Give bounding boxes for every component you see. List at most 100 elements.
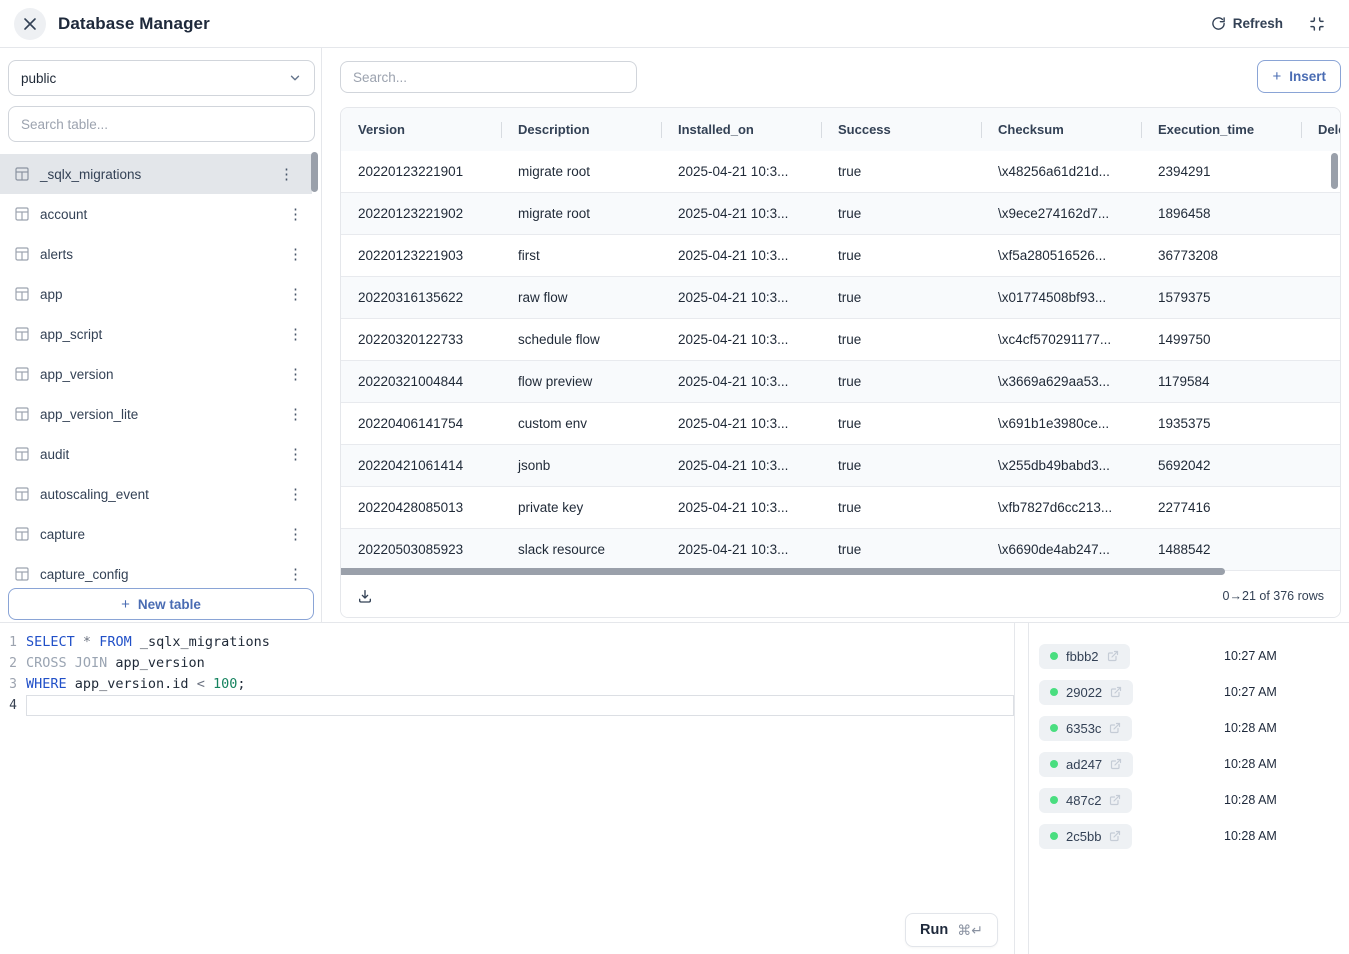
- run-time: 10:28 AM: [1224, 721, 1277, 735]
- sidebar-table-item[interactable]: autoscaling_event ⋮: [0, 474, 321, 514]
- table-row[interactable]: 20220316135622raw flow2025-04-21 10:3...…: [341, 277, 1340, 319]
- column-header[interactable]: Version: [341, 122, 501, 137]
- grid-search-input[interactable]: [340, 61, 637, 93]
- table-menu-button[interactable]: ⋮: [284, 205, 307, 224]
- table-menu-button[interactable]: ⋮: [284, 565, 307, 584]
- table-cell: true: [821, 458, 981, 473]
- table-cell: 1896458: [1141, 206, 1301, 221]
- table-menu-button[interactable]: ⋮: [284, 285, 307, 304]
- table-name: capture_config: [40, 567, 129, 582]
- table-menu-button[interactable]: ⋮: [284, 405, 307, 424]
- collapse-button[interactable]: [1309, 16, 1325, 32]
- run-time: 10:28 AM: [1224, 829, 1277, 843]
- sql-editor[interactable]: 1SELECT * FROM _sqlx_migrations2CROSS JO…: [0, 623, 1015, 954]
- table-row[interactable]: 20220123221902migrate root2025-04-21 10:…: [341, 193, 1340, 235]
- run-history-pill[interactable]: 29022: [1039, 680, 1133, 705]
- run-history-row: 487c2 10:28 AM: [1029, 782, 1349, 818]
- run-history-pill[interactable]: 487c2: [1039, 788, 1132, 813]
- run-history-pill[interactable]: fbbb2: [1039, 644, 1130, 669]
- editor-line[interactable]: 3WHERE app_version.id < 100;: [0, 674, 1014, 695]
- table-cell: 20220123221903: [341, 248, 501, 263]
- external-link-icon: [1109, 722, 1121, 734]
- external-link-icon: [1110, 686, 1122, 698]
- schema-select[interactable]: public: [8, 60, 315, 96]
- table-menu-button[interactable]: ⋮: [284, 325, 307, 344]
- table-search-input[interactable]: [8, 106, 315, 142]
- run-history-pill[interactable]: 2c5bb: [1039, 824, 1132, 849]
- grid-vertical-scrollbar[interactable]: [1331, 153, 1338, 189]
- sidebar-table-item[interactable]: alerts ⋮: [0, 234, 321, 274]
- plus-icon: +: [1272, 68, 1281, 85]
- run-id: 6353c: [1066, 721, 1101, 736]
- table-cell: 20220503085923: [341, 542, 501, 557]
- run-label: Run: [920, 922, 948, 938]
- column-header[interactable]: Description: [501, 122, 661, 137]
- table-cell: 1499750: [1141, 332, 1301, 347]
- grid-horizontal-scrollbar[interactable]: [341, 568, 1340, 575]
- success-dot-icon: [1050, 688, 1058, 696]
- table-row[interactable]: 20220406141754custom env2025-04-21 10:3.…: [341, 403, 1340, 445]
- table-menu-button[interactable]: ⋮: [284, 485, 307, 504]
- sidebar-table-item[interactable]: app_version_lite ⋮: [0, 394, 321, 434]
- upper-region: public _sqlx_migrations ⋮ account ⋮: [0, 48, 1349, 622]
- table-menu-button[interactable]: ⋮: [284, 365, 307, 384]
- table-cell: true: [821, 164, 981, 179]
- download-button[interactable]: [357, 588, 373, 604]
- run-history-pill[interactable]: ad247: [1039, 752, 1133, 777]
- table-cell: true: [821, 374, 981, 389]
- new-table-button[interactable]: + New table: [8, 588, 314, 620]
- table-cell: migrate root: [501, 164, 661, 179]
- table-cell: 20220428085013: [341, 500, 501, 515]
- editor-line[interactable]: 2CROSS JOIN app_version: [0, 653, 1014, 674]
- run-button[interactable]: Run ⌘↵: [905, 913, 998, 947]
- column-header[interactable]: Installed_on: [661, 122, 821, 137]
- sidebar-table-item[interactable]: capture_config ⋮: [0, 554, 321, 589]
- page-title: Database Manager: [58, 14, 210, 34]
- sidebar-table-item[interactable]: app_script ⋮: [0, 314, 321, 354]
- table-menu-button[interactable]: ⋮: [275, 165, 298, 184]
- editor-active-line[interactable]: 4: [0, 695, 1014, 716]
- table-row[interactable]: 20220321004844flow preview2025-04-21 10:…: [341, 361, 1340, 403]
- sidebar-table-item[interactable]: app_version ⋮: [0, 354, 321, 394]
- table-icon: [14, 486, 30, 502]
- table-cell: 20220316135622: [341, 290, 501, 305]
- external-link-icon: [1109, 830, 1121, 842]
- sidebar-table-item[interactable]: audit ⋮: [0, 434, 321, 474]
- column-header[interactable]: Execution_time: [1141, 122, 1301, 137]
- table-cell: 5692042: [1141, 458, 1301, 473]
- table-menu-button[interactable]: ⋮: [284, 445, 307, 464]
- column-header[interactable]: Deleted: [1301, 122, 1340, 137]
- table-cell: 20220321004844: [341, 374, 501, 389]
- table-cell: 2025-04-21 10:3...: [661, 164, 821, 179]
- table-icon: [14, 246, 30, 262]
- table-row[interactable]: 20220428085013private key2025-04-21 10:3…: [341, 487, 1340, 529]
- sidebar-table-item[interactable]: app ⋮: [0, 274, 321, 314]
- table-row[interactable]: 20220421061414jsonb2025-04-21 10:3...tru…: [341, 445, 1340, 487]
- table-row[interactable]: 20220503085923slack resource2025-04-21 1…: [341, 529, 1340, 571]
- sidebar-table-item[interactable]: capture ⋮: [0, 514, 321, 554]
- sidebar-scrollbar[interactable]: [311, 152, 318, 192]
- sidebar-table-item[interactable]: account ⋮: [0, 194, 321, 234]
- close-button[interactable]: [14, 8, 46, 40]
- insert-label: Insert: [1289, 69, 1326, 84]
- line-number: 2: [0, 656, 26, 671]
- table-cell: 1935375: [1141, 416, 1301, 431]
- sidebar-table-item[interactable]: _sqlx_migrations ⋮: [0, 154, 312, 194]
- run-time: 10:27 AM: [1224, 685, 1277, 699]
- table-menu-button[interactable]: ⋮: [284, 245, 307, 264]
- column-header[interactable]: Checksum: [981, 122, 1141, 137]
- table-cell: \x9ece274162d7...: [981, 206, 1141, 221]
- run-history-pill[interactable]: 6353c: [1039, 716, 1132, 741]
- refresh-button[interactable]: Refresh: [1211, 16, 1283, 31]
- table-menu-button[interactable]: ⋮: [284, 525, 307, 544]
- line-number: 4: [0, 698, 26, 713]
- column-header[interactable]: Success: [821, 122, 981, 137]
- table-row[interactable]: 20220123221901migrate root2025-04-21 10:…: [341, 151, 1340, 193]
- editor-line[interactable]: 1SELECT * FROM _sqlx_migrations: [0, 632, 1014, 653]
- table-cell: 1579375: [1141, 290, 1301, 305]
- table-row[interactable]: 20220123221903first2025-04-21 10:3...tru…: [341, 235, 1340, 277]
- table-row[interactable]: 20220320122733schedule flow2025-04-21 10…: [341, 319, 1340, 361]
- insert-button[interactable]: + Insert: [1257, 60, 1341, 93]
- table-cell: 20220123221901: [341, 164, 501, 179]
- table-icon: [14, 366, 30, 382]
